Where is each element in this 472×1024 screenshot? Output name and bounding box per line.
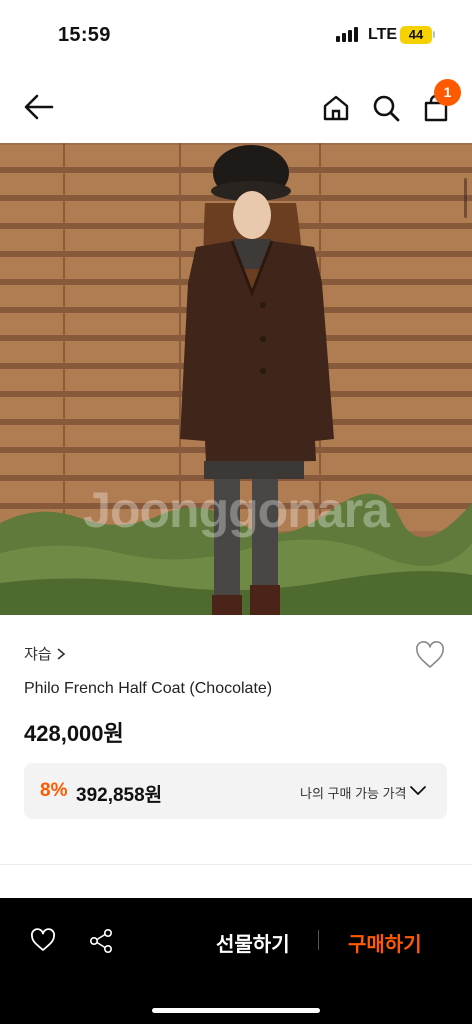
image-scroll-indicator (464, 178, 467, 218)
buy-button[interactable]: 구매하기 (348, 928, 422, 957)
top-navigation (0, 72, 472, 142)
brand-name: 쟈습 (24, 646, 52, 663)
product-price: 428,000원 (24, 721, 124, 746)
chevron-down-icon[interactable] (408, 781, 428, 801)
cart-count-badge: 1 (434, 79, 461, 106)
battery-cap (433, 31, 435, 38)
discount-rate: 8% (40, 780, 68, 801)
discount-label: 나의 구매 가능 가격 (300, 786, 407, 801)
home-icon[interactable] (320, 92, 352, 124)
brand-link[interactable]: 쟈습 (24, 643, 66, 664)
back-arrow-icon[interactable] (22, 92, 56, 122)
heart-icon[interactable] (30, 928, 56, 952)
chevron-right-icon (57, 647, 65, 660)
discount-price: 392,858원 (76, 785, 163, 806)
wishlist-heart-icon[interactable] (414, 640, 446, 670)
search-icon[interactable] (370, 92, 402, 124)
bar-separator (318, 930, 319, 950)
signal-icon (336, 27, 358, 42)
network-label: LTE (368, 26, 398, 43)
share-icon[interactable] (88, 928, 114, 954)
status-time: 15:59 (58, 24, 111, 46)
gift-button[interactable]: 선물하기 (216, 928, 290, 957)
status-bar: 15:59 LTE 44 (0, 0, 472, 66)
discount-price-box[interactable]: 8% 392,858원 나의 구매 가능 가격 (24, 763, 447, 819)
battery-icon: 44 (400, 26, 432, 44)
product-name: Philo French Half Coat (Chocolate) (24, 680, 273, 697)
section-divider (0, 864, 472, 865)
home-indicator[interactable] (152, 1008, 320, 1013)
product-image[interactable]: Joonggonara (0, 143, 472, 615)
bottom-action-bar: 선물하기 구매하기 (0, 898, 472, 1024)
image-watermark: Joonggonara (83, 482, 390, 538)
